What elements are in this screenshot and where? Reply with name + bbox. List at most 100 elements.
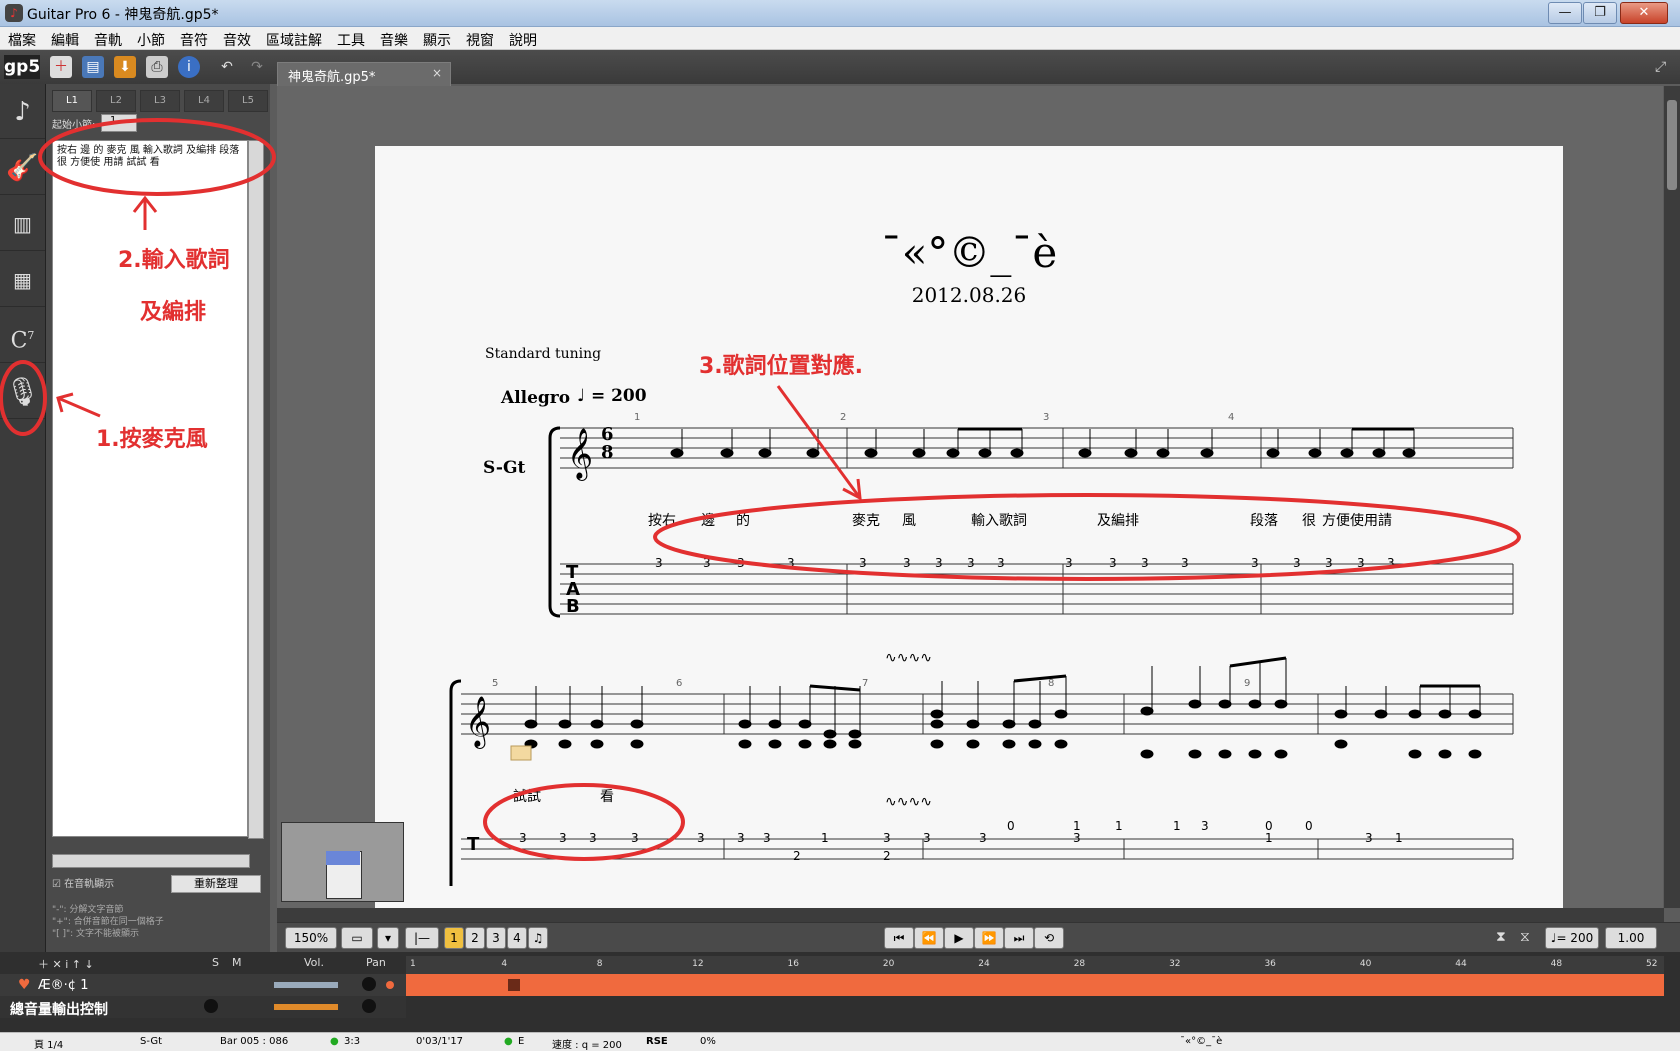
annotation-step2: 2.輸入歌詞 xyxy=(118,248,230,273)
menu-help[interactable]: 說明 xyxy=(501,27,544,50)
instrument-icon[interactable]: 🎸 xyxy=(0,142,45,195)
new-file-icon[interactable]: ＋ xyxy=(50,56,72,78)
scrollbar-thumb[interactable] xyxy=(1667,100,1677,190)
add-track-icon[interactable]: ＋ ✕ i ↑ ↓ xyxy=(38,956,94,972)
score-horizontal-scrollbar[interactable] xyxy=(277,908,1664,922)
lyric-syllable[interactable]: 風 xyxy=(902,510,916,530)
tab-fret: 3 xyxy=(1293,556,1301,570)
play-icon[interactable]: ▶ xyxy=(944,927,974,949)
lyric-syllable[interactable]: 輸入歌詞 xyxy=(971,510,1027,530)
go-end-icon[interactable]: ⏭ xyxy=(1004,927,1034,949)
menu-section[interactable]: 區域註解 xyxy=(258,27,329,50)
lyric-syllable[interactable]: 方便使用請 xyxy=(1322,510,1392,530)
menu-note[interactable]: 音符 xyxy=(172,27,215,50)
note-palette-icon[interactable]: ♪ xyxy=(0,86,45,139)
document-tab[interactable]: 神鬼奇航.gp5* × xyxy=(277,62,451,87)
amp-icon[interactable]: ▥ xyxy=(0,198,45,251)
score-area[interactable]: ¯«°©_¯è 2012.08.26 Standard tuning Alleg… xyxy=(277,86,1663,908)
minimize-button[interactable]: — xyxy=(1548,2,1582,24)
track-row[interactable]: ♥ Æ®·¢ 1 xyxy=(0,974,406,996)
track-timeline[interactable] xyxy=(406,974,1664,996)
fast-forward-icon[interactable]: ⏩ xyxy=(974,927,1004,949)
save-icon[interactable]: ⬇ xyxy=(114,56,136,78)
lyric-syllable[interactable]: 按右 xyxy=(648,510,676,530)
app-icon[interactable]: ♪ xyxy=(5,4,23,22)
lyrics-tab-l3[interactable]: L3 xyxy=(140,90,180,112)
ruler-tick-label: 1 xyxy=(410,959,416,969)
reorganize-button[interactable]: 重新整理 xyxy=(171,875,261,893)
go-start-icon[interactable]: ⏮ xyxy=(884,927,914,949)
view-mode-button[interactable]: ▾ xyxy=(377,927,399,949)
lyric-cursor xyxy=(510,745,532,761)
rewind-icon[interactable]: ⏪ xyxy=(914,927,944,949)
ruler-tick-label: 44 xyxy=(1455,959,1467,969)
loop-icon[interactable]: ♫ xyxy=(528,927,548,949)
score-vertical-scrollbar[interactable] xyxy=(1664,86,1680,908)
bar-number: 2 xyxy=(840,412,847,423)
undo-icon[interactable]: ↶ xyxy=(216,56,238,78)
playhead-marker[interactable] xyxy=(508,979,520,991)
lyrics-horizontal-scrollbar[interactable] xyxy=(52,854,250,868)
expand-icon[interactable]: ⤢ xyxy=(1655,59,1666,75)
lyric-syllable[interactable]: 很 xyxy=(1302,510,1316,530)
ruler-button[interactable]: |— xyxy=(405,927,439,949)
menu-bar-menu[interactable]: 小節 xyxy=(129,27,172,50)
lyric-syllable[interactable]: 試試 xyxy=(513,786,541,806)
menu-track[interactable]: 音軌 xyxy=(86,27,129,50)
lyrics-tab-l4[interactable]: L4 xyxy=(184,90,224,112)
redo-icon[interactable]: ↷ xyxy=(246,56,268,78)
countdown-icon[interactable]: ⧖ xyxy=(1520,929,1530,945)
document-tab-close[interactable]: × xyxy=(432,66,442,80)
lyric-syllable[interactable]: 看 xyxy=(600,786,614,806)
zoom-select[interactable]: 150% xyxy=(285,927,337,949)
menu-edit[interactable]: 編輯 xyxy=(43,27,86,50)
page-layout-select[interactable]: ▭ xyxy=(341,927,373,949)
voice-4-button[interactable]: 4 xyxy=(507,927,527,949)
track-name[interactable]: Æ®·¢ 1 xyxy=(38,978,88,993)
voice-2-button[interactable]: 2 xyxy=(465,927,485,949)
lyric-syllable[interactable]: 的 xyxy=(736,510,750,530)
lyric-syllable[interactable]: 及編排 xyxy=(1097,510,1139,530)
close-button[interactable]: ✕ xyxy=(1620,2,1668,24)
annotation-step3: 3.歌詞位置對應. xyxy=(699,354,864,379)
menu-window[interactable]: 視窗 xyxy=(458,27,501,50)
start-bar-spinner[interactable]: 1 xyxy=(101,114,137,132)
timeline-ruler[interactable]: 1 4 8 12 16 20 24 28 32 36 40 44 48 52 xyxy=(406,956,1664,974)
microphone-icon[interactable]: 🎙 xyxy=(0,366,45,419)
lyrics-tab-l5[interactable]: L5 xyxy=(228,90,268,112)
lyrics-tab-l1[interactable]: L1 xyxy=(52,90,92,112)
master-pan-knob[interactable] xyxy=(362,999,376,1013)
print-icon[interactable]: ⎙ xyxy=(146,56,168,78)
master-label: 總音量輸出控制 xyxy=(10,1002,108,1018)
lyric-syllable[interactable]: 邊 xyxy=(701,510,715,530)
master-knob[interactable] xyxy=(204,999,218,1013)
menu-effects[interactable]: 音效 xyxy=(215,27,258,50)
page-thumbnail[interactable] xyxy=(281,822,404,902)
show-on-track-checkbox[interactable]: ☑ 在音軌顯示 xyxy=(52,875,114,890)
voice-3-button[interactable]: 3 xyxy=(486,927,506,949)
voice-1-button[interactable]: 1 xyxy=(444,927,464,949)
chord-icon[interactable]: C7 xyxy=(0,310,45,363)
loop-toggle-icon[interactable]: ⟲ xyxy=(1034,927,1064,949)
status-percent: 0% xyxy=(700,1036,716,1047)
menu-file[interactable]: 檔案 xyxy=(0,27,43,50)
tempo-field[interactable]: ♩= 200 xyxy=(1545,927,1599,949)
menu-tools[interactable]: 工具 xyxy=(329,27,372,50)
lyrics-vertical-scrollbar[interactable] xyxy=(248,140,264,839)
open-file-icon[interactable]: ▤ xyxy=(82,56,104,78)
lyric-syllable[interactable]: 段落 xyxy=(1250,510,1278,530)
keyboard-icon[interactable]: ▦ xyxy=(0,254,45,307)
lyrics-tab-l2[interactable]: L2 xyxy=(96,90,136,112)
metronome-icon[interactable]: ⧗ xyxy=(1496,929,1506,945)
menu-view[interactable]: 顯示 xyxy=(415,27,458,50)
lyric-syllable[interactable]: 麥克 xyxy=(852,510,880,530)
master-volume-slider[interactable] xyxy=(274,1004,338,1010)
track-pan-knob[interactable] xyxy=(362,977,376,991)
track-record-indicator[interactable] xyxy=(386,981,394,989)
speed-field[interactable]: 1.00 xyxy=(1605,927,1657,949)
tab-fret: 3 xyxy=(935,556,943,570)
info-icon[interactable]: i xyxy=(178,56,200,78)
menu-music[interactable]: 音樂 xyxy=(372,27,415,50)
maximize-button[interactable]: ❐ xyxy=(1583,2,1617,24)
track-volume-slider[interactable] xyxy=(274,982,338,988)
